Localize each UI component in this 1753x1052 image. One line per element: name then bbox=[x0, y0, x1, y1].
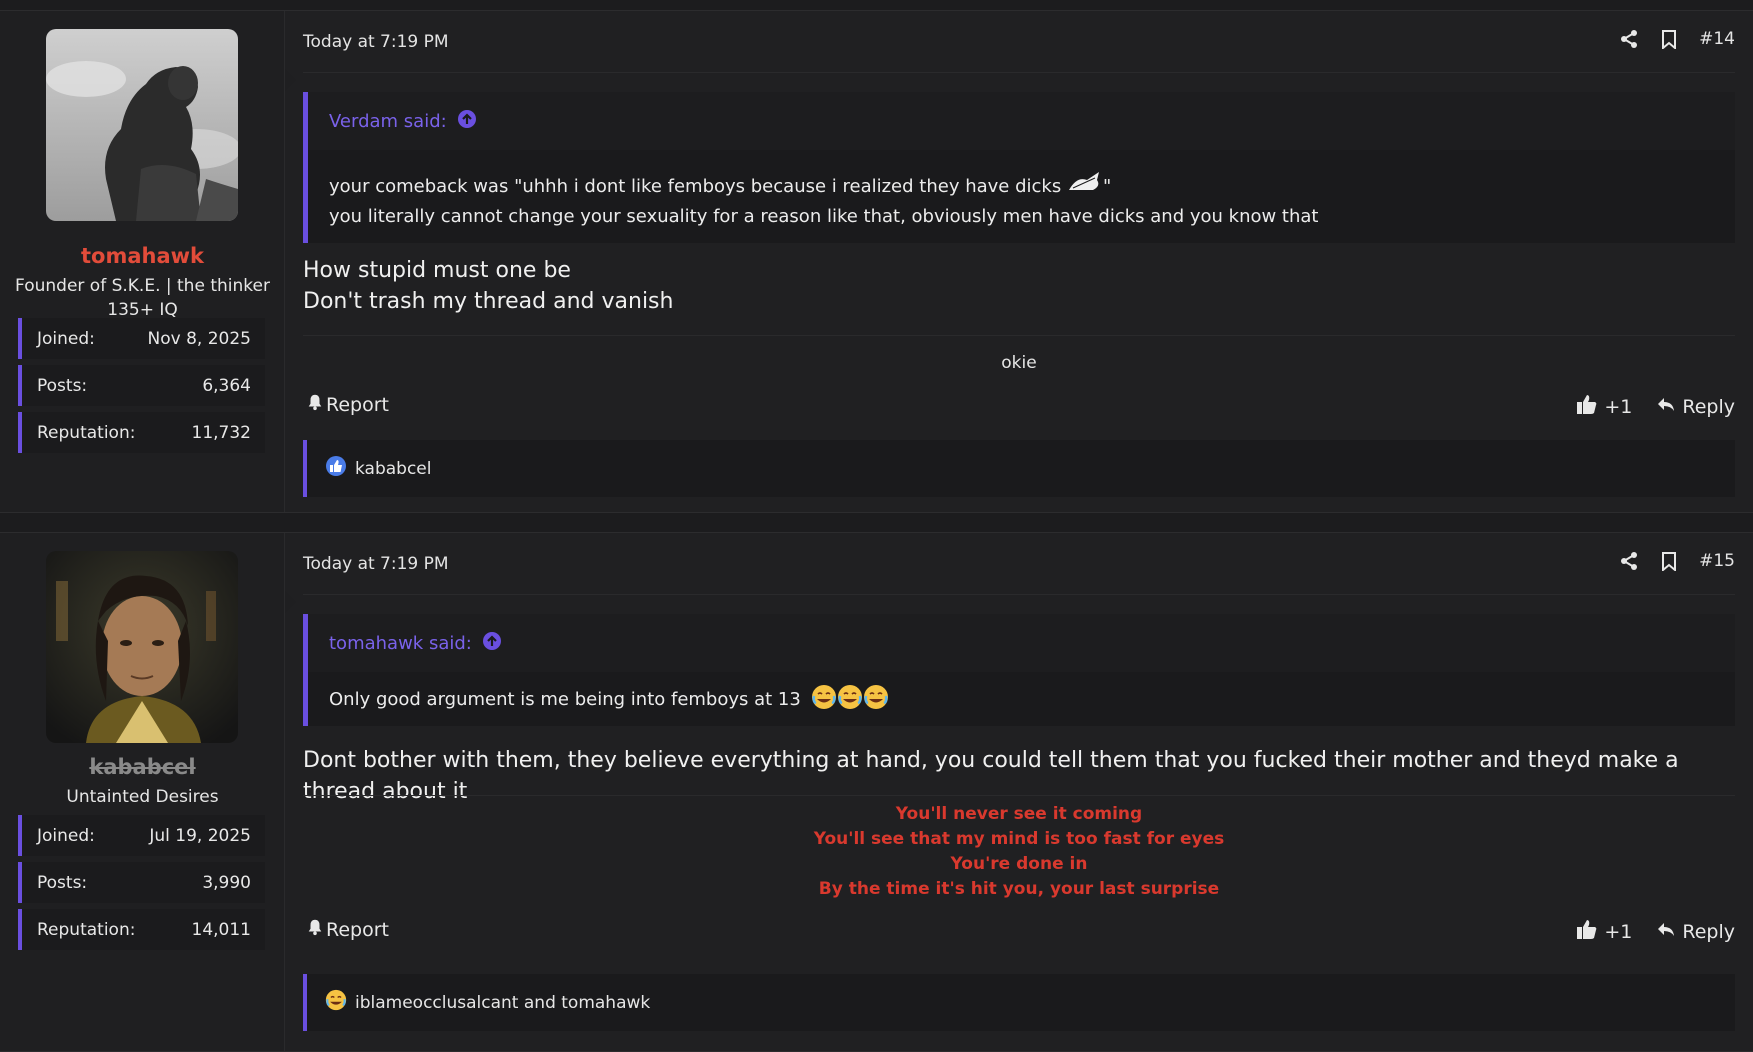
reactions-bar[interactable]: kababcel bbox=[303, 440, 1735, 497]
quote-block: tomahawk said: Only good argument is me … bbox=[303, 614, 1735, 726]
signature: You'll never see it coming You'll see th… bbox=[303, 795, 1735, 905]
stat-label: Reputation: bbox=[37, 919, 136, 940]
message-header: Today at 7:19 PM #15 bbox=[303, 533, 1735, 595]
stat-label: Posts: bbox=[37, 375, 88, 396]
quote-text: your comeback was "uhhh i dont like femb… bbox=[329, 176, 1062, 197]
post-15: kababcel Untainted Desires Joined: Jul 1… bbox=[0, 532, 1753, 1052]
user-title: Untainted Desires bbox=[66, 787, 219, 807]
post-number[interactable]: #15 bbox=[1699, 551, 1735, 571]
quote-text-2: you literally cannot change your sexuali… bbox=[329, 206, 1319, 227]
reply-label: Reply bbox=[1682, 395, 1735, 418]
like-reaction-icon bbox=[325, 455, 347, 482]
reply-label: Reply bbox=[1682, 920, 1735, 943]
signature-line: You'll see that my mind is too fast for … bbox=[813, 829, 1225, 849]
user-title: Founder of S.K.E. | the thinker bbox=[15, 276, 270, 296]
post-date[interactable]: Today at 7:19 PM bbox=[303, 32, 449, 52]
stat-reputation: Reputation: 11,732 bbox=[18, 412, 265, 453]
reactions-users[interactable]: kababcel bbox=[355, 459, 432, 479]
stat-joined: Joined: Jul 19, 2025 bbox=[18, 815, 265, 856]
post-actions: Report +1 Reply bbox=[303, 916, 1735, 948]
quote-body: Only good argument is me being into femb… bbox=[308, 672, 1735, 735]
post-body-line: How stupid must one be bbox=[303, 258, 571, 283]
laughing-crying-emoji-icon bbox=[863, 684, 889, 719]
message-cell: Today at 7:19 PM #15 tomahawk said: Only… bbox=[303, 533, 1735, 1051]
post-body-line: Don't trash my thread and vanish bbox=[303, 289, 674, 314]
stat-value: 3,990 bbox=[202, 872, 251, 893]
quote-author[interactable]: tomahawk said: bbox=[329, 633, 472, 654]
like-button[interactable]: +1 bbox=[1576, 393, 1632, 420]
reply-arrow-icon bbox=[1656, 919, 1676, 944]
user-arrow bbox=[285, 591, 296, 613]
quote-body: your comeback was "uhhh i dont like femb… bbox=[308, 150, 1735, 247]
report-button[interactable]: Report bbox=[306, 918, 389, 941]
thumbs-up-icon bbox=[1576, 918, 1598, 945]
quote-block: Verdam said: your comeback was "uhhh i d… bbox=[303, 92, 1735, 243]
quote-header[interactable]: Verdam said: bbox=[308, 92, 1735, 150]
reply-arrow-icon bbox=[1656, 394, 1676, 419]
stat-value: 11,732 bbox=[191, 422, 251, 443]
avatar[interactable] bbox=[46, 29, 238, 221]
report-label: Report bbox=[326, 918, 389, 941]
stat-reputation: Reputation: 14,011 bbox=[18, 909, 265, 950]
stat-value: 6,364 bbox=[202, 375, 251, 396]
character-portrait-image bbox=[46, 551, 238, 743]
like-count: +1 bbox=[1604, 920, 1633, 943]
stat-label: Reputation: bbox=[37, 422, 136, 443]
report-button[interactable]: Report bbox=[306, 393, 389, 416]
signature-line: By the time it's hit you, your last surp… bbox=[818, 879, 1220, 899]
signature-lyrics: You'll never see it coming You'll see th… bbox=[303, 796, 1735, 902]
reactions-bar[interactable]: iblameocclusalcant and tomahawk bbox=[303, 974, 1735, 1031]
laughing-crying-emoji-icon bbox=[837, 684, 863, 719]
reactions-users[interactable]: iblameocclusalcant and tomahawk bbox=[355, 993, 650, 1013]
stat-value: Nov 8, 2025 bbox=[147, 328, 251, 349]
signature-text: okie bbox=[1001, 353, 1037, 373]
signature: okie bbox=[303, 335, 1735, 389]
reply-button[interactable]: Reply bbox=[1656, 919, 1735, 944]
user-arrow bbox=[285, 69, 296, 91]
share-icon[interactable] bbox=[1619, 551, 1639, 571]
laughing-crying-emoji-icon bbox=[811, 684, 837, 719]
like-count: +1 bbox=[1604, 395, 1633, 418]
reply-button[interactable]: Reply bbox=[1656, 394, 1735, 419]
stat-label: Posts: bbox=[37, 872, 88, 893]
message-header: Today at 7:19 PM #14 bbox=[303, 11, 1735, 73]
user-cell: kababcel Untainted Desires Joined: Jul 1… bbox=[0, 533, 285, 1051]
sketch-emoji-icon bbox=[1067, 168, 1103, 203]
quote-header[interactable]: tomahawk said: bbox=[308, 614, 1735, 672]
laughing-crying-emoji-icon bbox=[325, 989, 347, 1016]
quote-text-end: " bbox=[1102, 176, 1112, 197]
post-number[interactable]: #14 bbox=[1699, 29, 1735, 49]
post-date[interactable]: Today at 7:19 PM bbox=[303, 554, 449, 574]
signature-line: You'll never see it coming bbox=[895, 804, 1143, 824]
share-icon[interactable] bbox=[1619, 29, 1639, 49]
bookmark-icon[interactable] bbox=[1659, 29, 1679, 51]
post-body: How stupid must one be Don't trash my th… bbox=[303, 255, 673, 317]
thinker-statue-image bbox=[46, 29, 238, 221]
like-button[interactable]: +1 bbox=[1576, 918, 1632, 945]
stat-posts: Posts: 6,364 bbox=[18, 365, 265, 406]
bell-icon bbox=[306, 393, 324, 416]
stat-joined: Joined: Nov 8, 2025 bbox=[18, 318, 265, 359]
arrow-up-circle-icon[interactable] bbox=[482, 631, 502, 656]
report-label: Report bbox=[326, 393, 389, 416]
bell-icon bbox=[306, 918, 324, 941]
quote-author[interactable]: Verdam said: bbox=[329, 111, 447, 132]
stat-value: 14,011 bbox=[191, 919, 251, 940]
stat-value: Jul 19, 2025 bbox=[149, 825, 251, 846]
signature-line: You're done in bbox=[950, 854, 1088, 874]
message-cell: Today at 7:19 PM #14 Verdam said: your c… bbox=[303, 11, 1735, 512]
avatar[interactable] bbox=[46, 551, 238, 743]
post-actions: Report +1 Reply bbox=[303, 391, 1735, 423]
arrow-up-circle-icon[interactable] bbox=[457, 109, 477, 134]
bookmark-icon[interactable] bbox=[1659, 551, 1679, 573]
username[interactable]: kababcel bbox=[0, 755, 285, 779]
quote-text: Only good argument is me being into femb… bbox=[329, 689, 801, 710]
stat-label: Joined: bbox=[37, 328, 95, 349]
user-cell: tomahawk Founder of S.K.E. | the thinker… bbox=[0, 11, 285, 512]
username[interactable]: tomahawk bbox=[0, 244, 285, 268]
stat-label: Joined: bbox=[37, 825, 95, 846]
thumbs-up-icon bbox=[1576, 393, 1598, 420]
post-14: tomahawk Founder of S.K.E. | the thinker… bbox=[0, 10, 1753, 513]
stat-posts: Posts: 3,990 bbox=[18, 862, 265, 903]
